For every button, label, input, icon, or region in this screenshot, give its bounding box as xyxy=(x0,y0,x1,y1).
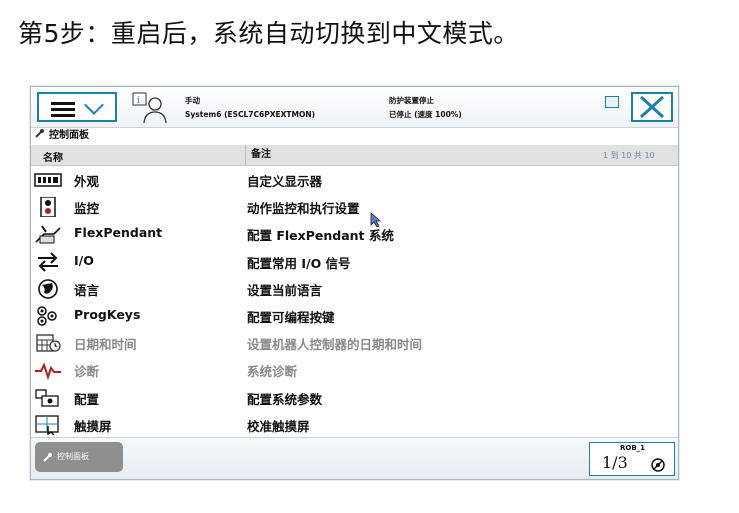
system-name: System6 (ESCL7C6PXEXTMON) xyxy=(185,110,316,119)
table-header: 名称 备注 1 到 10 共 10 xyxy=(31,145,678,166)
item-desc: 动作监控和执行设置 xyxy=(247,201,360,217)
state-detail: 已停止 (速度 100%) xyxy=(389,110,462,119)
breadcrumb-label: 控制面板 xyxy=(49,130,89,141)
item-desc: 设置当前语言 xyxy=(247,282,323,298)
slide-title: 第5步：重启后，系统自动切换到中文模式。 xyxy=(18,19,519,48)
column-header-note[interactable]: 备注 xyxy=(245,145,271,165)
chevron-down-icon xyxy=(84,95,104,115)
close-icon xyxy=(639,95,665,119)
taskbar: 控制面板 ROB_1 1/3 xyxy=(31,437,678,479)
hamburger-icon xyxy=(51,102,75,120)
item-name: FlexPendant xyxy=(74,225,163,241)
mode-status[interactable]: 手动 System6 (ESCL7C6PXEXTMON) xyxy=(185,94,315,122)
column-header-name[interactable]: 名称 xyxy=(43,149,63,164)
svg-text:i: i xyxy=(137,96,140,106)
top-bar: i 手动 System6 (ESCL7C6PXEXTMON) 防护装置停止 已停… xyxy=(31,87,678,128)
robot-label: ROB_1 xyxy=(620,444,646,452)
item-name: 日期和时间 xyxy=(74,337,137,353)
close-button[interactable] xyxy=(631,92,673,122)
item-name: 诊断 xyxy=(74,364,100,380)
item-name: ProgKeys xyxy=(74,306,141,322)
calendar-icon xyxy=(36,334,61,352)
taskbar-label: 控制面板 xyxy=(57,452,89,461)
list-item-diagnostics[interactable]: 诊断 系统诊断 xyxy=(31,356,678,383)
display-icon xyxy=(34,173,62,187)
item-desc: 系统诊断 xyxy=(247,364,298,380)
item-desc: 设置机器人控制器的日期和时间 xyxy=(247,337,423,353)
item-count: 1 到 10 共 10 xyxy=(603,151,655,160)
wrench-icon xyxy=(43,452,52,462)
item-name: 语言 xyxy=(74,282,100,298)
list-item-touch-screen[interactable]: 触摸屏 校准触摸屏 xyxy=(31,411,678,438)
list-item-date-time[interactable]: 日期和时间 设置机器人控制器的日期和时间 xyxy=(31,329,678,356)
list-item-progkeys[interactable]: ProgKeys 配置可编程按键 xyxy=(31,302,678,329)
event-log-icon[interactable] xyxy=(605,96,619,108)
item-desc: 配置系统参数 xyxy=(247,391,323,407)
task-fraction: 1/3 xyxy=(602,453,628,472)
flexpendant-screen: i 手动 System6 (ESCL7C6PXEXTMON) 防护装置停止 已停… xyxy=(30,86,679,480)
progkeys-icon xyxy=(37,306,57,326)
list-item-flexpendant[interactable]: FlexPendant 配置 FlexPendant 系统 xyxy=(31,220,678,247)
breadcrumb: 控制面板 xyxy=(31,128,678,143)
monitor-icon xyxy=(40,197,56,218)
item-name: 配置 xyxy=(74,391,100,407)
list-item-language[interactable]: 语言 设置当前语言 xyxy=(31,275,678,302)
run-status[interactable]: 防护装置停止 已停止 (速度 100%) xyxy=(389,94,462,122)
list-item-supervision[interactable]: 监控 动作监控和执行设置 xyxy=(31,193,678,220)
list-item-configuration[interactable]: 配置 配置系统参数 xyxy=(31,384,678,411)
control-panel-list: 外观 自定义显示器 监控 动作监控和执行设置 FlexPendant 配置 Fl… xyxy=(31,166,678,438)
user-info-icon[interactable]: i xyxy=(131,91,171,125)
item-desc: 校准触摸屏 xyxy=(247,418,310,434)
item-name: 触摸屏 xyxy=(74,418,112,434)
item-name: I/O xyxy=(74,252,94,268)
item-name: 外观 xyxy=(74,174,100,189)
globe-icon xyxy=(38,278,58,299)
waveform-icon xyxy=(35,362,61,381)
touchscreen-icon xyxy=(35,415,59,435)
robot-status-icon xyxy=(651,458,665,472)
list-item-io[interactable]: I/O 配置常用 I/O 信号 xyxy=(31,248,678,275)
quickset-button[interactable]: ROB_1 1/3 xyxy=(589,442,675,476)
item-desc: 配置常用 I/O 信号 xyxy=(247,255,351,271)
item-desc: 自定义显示器 xyxy=(247,174,323,189)
item-desc: 配置 FlexPendant 系统 xyxy=(247,228,394,244)
wrench-icon xyxy=(35,128,49,143)
mode-label: 手动 xyxy=(185,96,200,105)
state-label: 防护装置停止 xyxy=(389,96,434,105)
flexpendant-icon xyxy=(35,225,61,244)
item-desc: 配置可编程按键 xyxy=(247,309,335,325)
main-menu-button[interactable] xyxy=(37,92,117,122)
busy-cursor-icon xyxy=(370,212,382,228)
config-icon xyxy=(35,388,59,407)
io-arrows-icon xyxy=(38,251,58,272)
list-item-appearance[interactable]: 外观 自定义显示器 xyxy=(31,166,678,193)
item-name: 监控 xyxy=(74,201,100,217)
taskbar-control-panel-button[interactable]: 控制面板 xyxy=(35,442,123,472)
